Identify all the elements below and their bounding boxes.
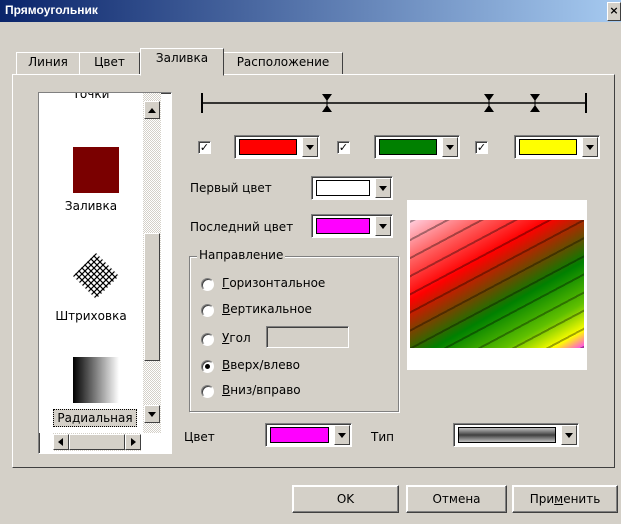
list-vertical-scrollbar[interactable]	[143, 93, 161, 433]
color-combo[interactable]	[265, 423, 352, 447]
label-text: енить	[563, 492, 601, 506]
radio-down-right-label[interactable]: Вниз/вправо	[222, 383, 301, 397]
chevron-down-icon[interactable]	[302, 137, 318, 157]
stop2-checkbox[interactable]: ✓	[337, 141, 350, 154]
label-text: оризонтальное	[229, 276, 326, 290]
gradient-preview-area	[410, 220, 584, 348]
mnemonic: м	[554, 492, 564, 506]
stop3-checkbox[interactable]: ✓	[475, 141, 488, 154]
solid-fill-icon	[73, 147, 119, 193]
list-item-label: Точки	[72, 93, 110, 101]
scroll-left-button[interactable]	[53, 434, 69, 450]
list-item-radial[interactable]: Радиальная	[39, 355, 143, 433]
label-text: ертикальное	[230, 302, 312, 316]
color-swatch	[519, 139, 577, 155]
radio-horizontal[interactable]	[201, 278, 214, 291]
label-text: низ/вправо	[230, 383, 301, 397]
chevron-down-icon[interactable]	[442, 137, 458, 157]
scroll-right-button[interactable]	[125, 434, 141, 450]
radio-down-right[interactable]	[201, 385, 214, 398]
radio-angle-label[interactable]: Угол	[222, 331, 251, 345]
last-color-label: Последний цвет	[190, 220, 294, 234]
hatch-icon	[73, 253, 119, 299]
list-item-dots[interactable]: Точки	[39, 93, 143, 101]
tab-color[interactable]: Цвет	[79, 52, 140, 74]
dialog-window: Прямоугольник × Линия Цвет Заливка Распо…	[0, 0, 621, 524]
mnemonic: В	[222, 383, 231, 397]
scroll-thumb[interactable]	[144, 233, 160, 361]
stop1-color-combo[interactable]	[234, 135, 320, 159]
list-item-label: Заливка	[64, 199, 118, 213]
last-color-combo[interactable]	[311, 214, 393, 238]
color-swatch	[316, 180, 370, 196]
mnemonic: В	[222, 302, 231, 316]
list-horizontal-scrollbar[interactable]	[53, 433, 141, 451]
scroll-down-icon	[148, 412, 156, 417]
label-text: верх/влево	[230, 358, 300, 372]
ok-button[interactable]: OK	[292, 485, 399, 513]
scroll-left-icon	[58, 438, 63, 446]
mnemonic: В	[222, 358, 231, 372]
type-combo[interactable]	[453, 423, 579, 447]
chevron-down-icon[interactable]	[375, 178, 391, 198]
radio-vertical-label[interactable]: Вертикальное	[222, 302, 312, 316]
scroll-down-button[interactable]	[144, 405, 160, 423]
scroll-up-icon	[148, 108, 156, 113]
angle-input[interactable]	[266, 326, 349, 348]
fill-type-list[interactable]: Точки Заливка Штриховка Радиальная	[38, 92, 172, 454]
radio-angle[interactable]	[201, 333, 214, 346]
chevron-down-icon[interactable]	[334, 425, 350, 445]
fill-preview	[407, 200, 587, 370]
list-item-label: Штриховка	[55, 309, 127, 323]
chevron-down-icon[interactable]	[375, 216, 391, 236]
window-title: Прямоугольник	[5, 3, 98, 17]
label-text: гол	[229, 331, 251, 345]
title-bar[interactable]: Прямоугольник ×	[0, 0, 621, 22]
color-label: Цвет	[184, 430, 215, 444]
direction-legend: Направление	[197, 248, 286, 262]
stop2-color-combo[interactable]	[374, 135, 460, 159]
hscroll-thumb[interactable]	[69, 434, 125, 450]
close-icon[interactable]: ×	[607, 2, 621, 21]
chevron-down-icon[interactable]	[561, 425, 577, 445]
color-swatch	[270, 427, 329, 443]
tab-fill[interactable]: Заливка	[140, 48, 224, 76]
type-label: Тип	[371, 430, 394, 444]
list-item-label: Радиальная	[53, 409, 137, 427]
scroll-right-icon	[131, 438, 136, 446]
line-type-swatch	[458, 427, 556, 443]
color-swatch	[239, 139, 297, 155]
cancel-button[interactable]: Отмена	[406, 485, 507, 513]
radio-horizontal-label[interactable]: Горизонтальное	[222, 276, 325, 290]
apply-button[interactable]: Применить	[512, 485, 618, 513]
radio-up-left[interactable]	[201, 360, 214, 373]
first-color-combo[interactable]	[311, 176, 393, 200]
chevron-down-icon[interactable]	[582, 137, 598, 157]
radio-vertical[interactable]	[201, 304, 214, 317]
scroll-up-button[interactable]	[144, 101, 160, 119]
radio-up-left-label[interactable]: Вверх/влево	[222, 358, 300, 372]
list-item-hatch[interactable]: Штриховка	[39, 243, 143, 333]
tab-position[interactable]: Расположение	[223, 52, 343, 74]
stop3-color-combo[interactable]	[514, 135, 600, 159]
list-item-fill[interactable]: Заливка	[39, 133, 143, 223]
stop1-checkbox[interactable]: ✓	[198, 141, 211, 154]
tab-line[interactable]: Линия	[16, 52, 80, 74]
color-swatch	[379, 139, 437, 155]
radial-gradient-icon	[73, 357, 119, 403]
gradient-stop-slider[interactable]	[196, 88, 592, 118]
first-color-label: Первый цвет	[190, 181, 272, 195]
label-text: При	[529, 492, 555, 506]
color-swatch	[316, 218, 370, 234]
